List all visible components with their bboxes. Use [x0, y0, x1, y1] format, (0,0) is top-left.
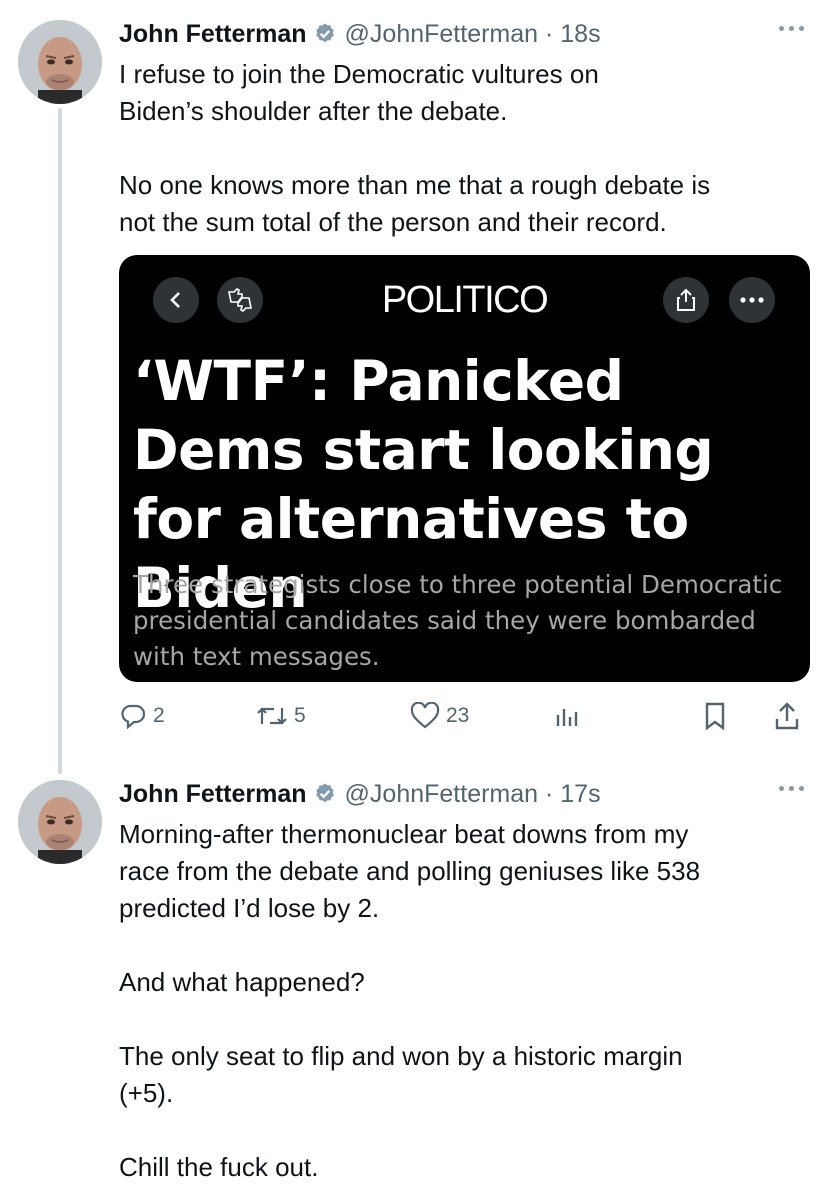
repost-button[interactable]: 5	[256, 696, 306, 736]
avatar[interactable]	[18, 780, 102, 864]
card-description: Three strategists close to three potenti…	[133, 570, 783, 671]
tweet-text: Morning-after thermonuclear beat downs f…	[119, 819, 701, 1182]
thread-connector-line	[58, 108, 62, 774]
reply-count: 2	[153, 704, 165, 727]
tweet-header: John Fetterman @JohnFetterman · 17s	[119, 774, 601, 814]
verified-badge-icon	[313, 782, 337, 806]
share-icon	[775, 702, 799, 730]
tweet-text: I refuse to join the Democratic vultures…	[119, 59, 711, 237]
reply-button[interactable]: 2	[119, 696, 165, 736]
action-bar: 2 5 23	[119, 696, 809, 736]
link-card[interactable]: POLITICO ‘WTF’: Panicked Dems start look…	[119, 255, 810, 682]
avatar[interactable]	[18, 20, 102, 104]
views-button[interactable]	[553, 696, 583, 736]
repost-icon	[257, 707, 287, 725]
more-dots-icon[interactable]	[779, 26, 804, 31]
tweet-header: John Fetterman @JohnFetterman · 18s	[119, 14, 601, 54]
card-more-dots-icon[interactable]	[729, 277, 775, 323]
handle-and-time[interactable]: @JohnFetterman · 17s	[345, 780, 601, 809]
verified-badge-icon	[313, 22, 337, 46]
repost-count: 5	[294, 704, 306, 727]
author-name[interactable]: John Fetterman	[119, 20, 307, 49]
heart-icon	[410, 702, 440, 729]
analytics-icon	[556, 709, 578, 726]
card-toolbar: POLITICO	[119, 277, 810, 323]
handle-and-time[interactable]: @JohnFetterman · 18s	[345, 20, 601, 49]
more-dots-icon[interactable]	[779, 786, 804, 791]
card-share-icon[interactable]	[663, 277, 709, 323]
reply-icon	[121, 704, 146, 730]
bookmark-icon	[705, 702, 725, 731]
author-name[interactable]: John Fetterman	[119, 780, 307, 809]
bookmark-button[interactable]	[701, 696, 729, 736]
share-button[interactable]	[773, 696, 801, 736]
like-count: 23	[446, 704, 470, 727]
like-button[interactable]: 23	[410, 696, 469, 736]
